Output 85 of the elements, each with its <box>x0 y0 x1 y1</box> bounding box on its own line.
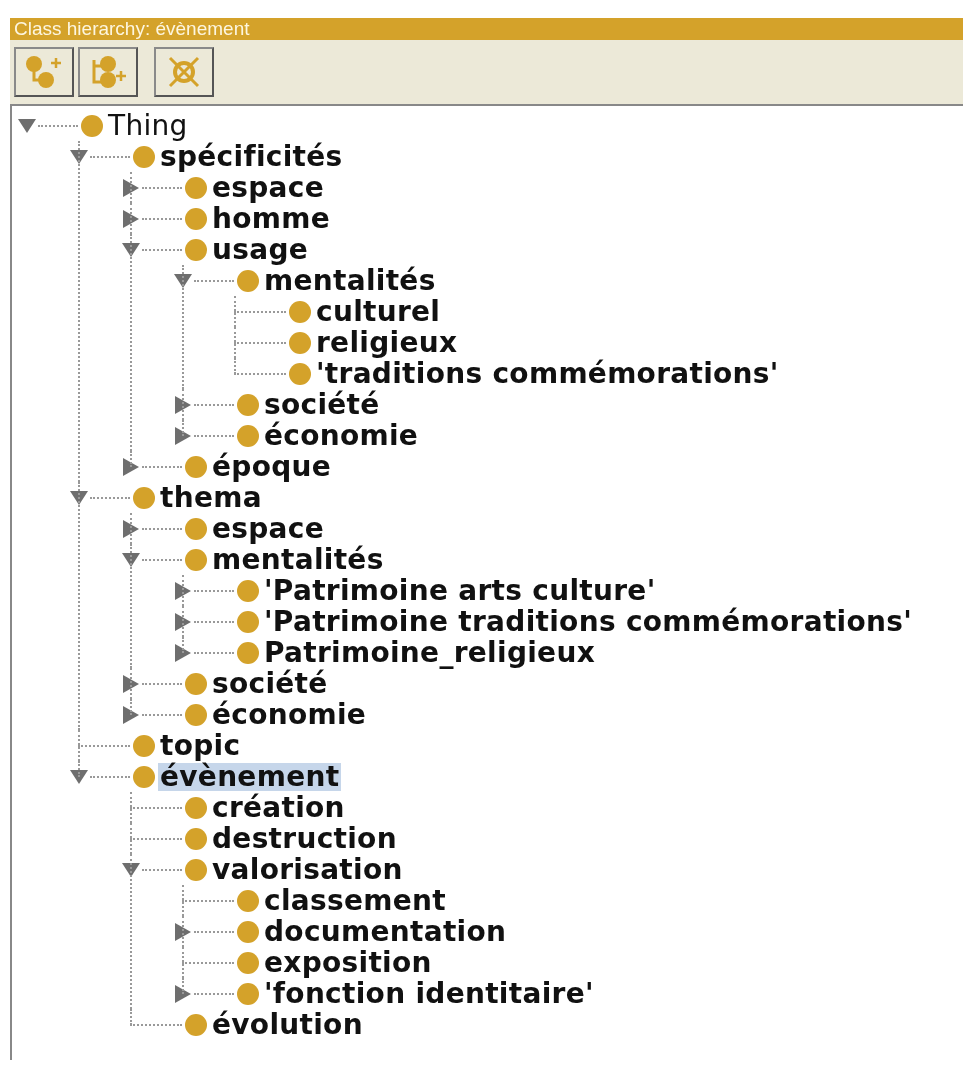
collapsed-arrow-icon[interactable] <box>122 209 140 228</box>
class-dot-icon <box>185 858 207 881</box>
class-label[interactable]: valorisation <box>210 855 405 884</box>
expanded-arrow-icon[interactable] <box>70 769 88 784</box>
collapsed-arrow-icon[interactable] <box>174 643 192 662</box>
collapsed-arrow-icon[interactable] <box>122 457 140 476</box>
class-dot-icon <box>237 951 259 974</box>
class-dot-icon <box>133 145 155 168</box>
expanded-arrow-icon[interactable] <box>122 242 140 257</box>
class-dot-icon <box>185 455 207 478</box>
class-label[interactable]: 'Patrimoine traditions commémorations' <box>262 607 915 636</box>
class-dot-icon <box>185 176 207 199</box>
delete-button[interactable] <box>154 47 214 97</box>
class-dot-icon <box>185 207 207 230</box>
expanded-arrow-icon[interactable] <box>122 862 140 877</box>
collapsed-arrow-icon[interactable] <box>174 984 192 1003</box>
class-label[interactable]: usage <box>210 235 311 264</box>
collapsed-arrow-icon[interactable] <box>122 178 140 197</box>
class-label[interactable]: destruction <box>210 824 399 853</box>
class-dot-icon <box>289 362 311 385</box>
collapsed-arrow-icon[interactable] <box>174 581 192 600</box>
class-dot-icon <box>185 672 207 695</box>
class-label[interactable]: 'Patrimoine arts culture' <box>262 576 658 605</box>
class-label[interactable]: culturel <box>314 297 443 326</box>
class-dot-icon <box>81 114 103 137</box>
class-label[interactable]: 'traditions commémorations' <box>314 359 781 388</box>
collapsed-arrow-icon[interactable] <box>174 426 192 445</box>
class-label[interactable]: Thing <box>106 111 190 140</box>
class-dot-icon <box>237 889 259 912</box>
add-sibling-button[interactable] <box>78 47 138 97</box>
expanded-arrow-icon[interactable] <box>122 552 140 567</box>
class-label[interactable]: 'fonction identitaire' <box>262 979 596 1008</box>
class-dot-icon <box>237 610 259 633</box>
class-dot-icon <box>133 765 155 788</box>
class-label[interactable]: économie <box>210 700 369 729</box>
class-label[interactable]: homme <box>210 204 332 233</box>
class-dot-icon <box>289 300 311 323</box>
class-label[interactable]: mentalités <box>210 545 386 574</box>
class-label[interactable]: création <box>210 793 347 822</box>
collapsed-arrow-icon[interactable] <box>174 395 192 414</box>
class-label[interactable]: évènement <box>158 762 342 791</box>
collapsed-arrow-icon[interactable] <box>174 922 192 941</box>
class-dot-icon <box>237 424 259 447</box>
class-dot-icon <box>185 796 207 819</box>
class-label[interactable]: espace <box>210 514 326 543</box>
class-dot-icon <box>185 703 207 726</box>
expanded-arrow-icon[interactable] <box>70 490 88 505</box>
class-dot-icon <box>185 827 207 850</box>
delete-icon <box>166 54 202 90</box>
collapsed-arrow-icon[interactable] <box>122 705 140 724</box>
class-dot-icon <box>185 1013 207 1036</box>
class-label[interactable]: économie <box>262 421 421 450</box>
class-dot-icon <box>237 920 259 943</box>
class-label[interactable]: société <box>210 669 330 698</box>
class-dot-icon <box>133 486 155 509</box>
class-dot-icon <box>237 579 259 602</box>
panel-title-bar: Class hierarchy: évènement <box>10 18 963 40</box>
collapsed-arrow-icon[interactable] <box>122 519 140 538</box>
class-dot-icon <box>133 734 155 757</box>
class-dot-icon <box>185 238 207 261</box>
class-label[interactable]: exposition <box>262 948 434 977</box>
class-dot-icon <box>237 269 259 292</box>
class-label[interactable]: société <box>262 390 382 419</box>
class-dot-icon <box>237 641 259 664</box>
class-label[interactable]: documentation <box>262 917 509 946</box>
expanded-arrow-icon[interactable] <box>18 118 36 133</box>
collapsed-arrow-icon[interactable] <box>122 674 140 693</box>
class-label[interactable]: évolution <box>210 1010 365 1039</box>
class-label[interactable]: espace <box>210 173 326 202</box>
expanded-arrow-icon[interactable] <box>174 273 192 288</box>
class-label[interactable]: époque <box>210 452 334 481</box>
expanded-arrow-icon[interactable] <box>70 149 88 164</box>
add-subclass-icon <box>24 54 64 90</box>
class-dot-icon <box>289 331 311 354</box>
class-label[interactable]: mentalités <box>262 266 438 295</box>
class-label[interactable]: thema <box>158 483 264 512</box>
class-dot-icon <box>237 393 259 416</box>
add-subclass-button[interactable] <box>14 47 74 97</box>
class-label[interactable]: spécificités <box>158 142 345 171</box>
class-dot-icon <box>185 548 207 571</box>
collapsed-arrow-icon[interactable] <box>174 612 192 631</box>
class-label[interactable]: classement <box>262 886 448 915</box>
class-label[interactable]: religieux <box>314 328 460 357</box>
class-dot-icon <box>185 517 207 540</box>
class-dot-icon <box>237 982 259 1005</box>
